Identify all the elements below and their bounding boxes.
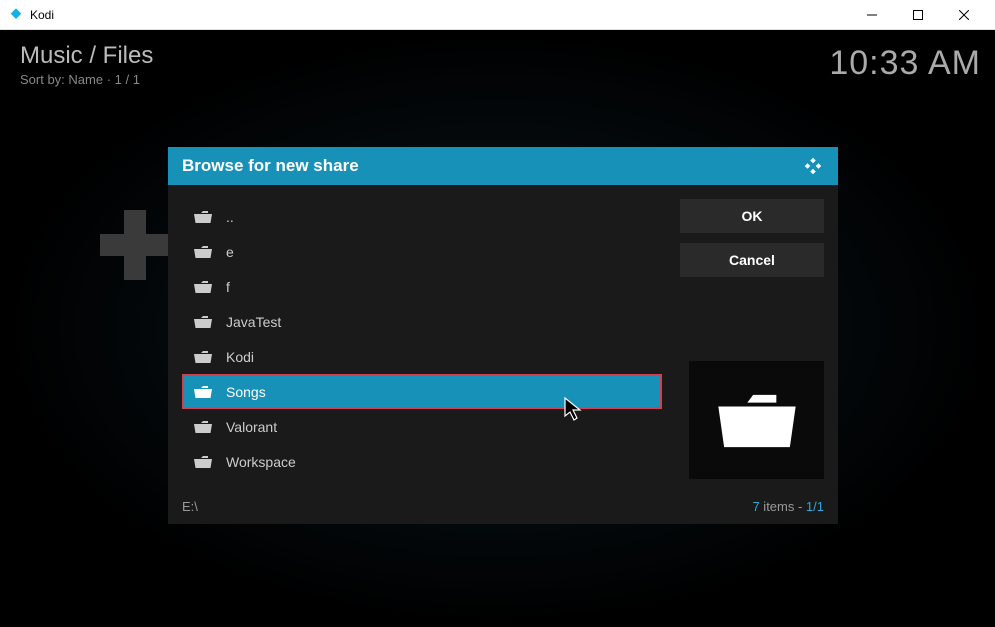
- file-item-label: Songs: [226, 384, 266, 400]
- folder-icon: [194, 455, 212, 469]
- dialog-header: Browse for new share: [168, 147, 838, 185]
- cancel-button[interactable]: Cancel: [680, 243, 824, 277]
- file-item-label: e: [226, 244, 234, 260]
- file-item-label: Valorant: [226, 419, 277, 435]
- browse-dialog: Browse for new share .. e f JavaTest: [168, 147, 838, 524]
- kodi-app-icon: [8, 7, 24, 23]
- subheader: Sort by: Name · 1 / 1: [20, 72, 153, 87]
- folder-icon: [194, 210, 212, 224]
- clock: 10:33 AM: [829, 44, 981, 83]
- folder-icon: [194, 385, 212, 399]
- close-button[interactable]: [941, 0, 987, 30]
- folder-icon: [194, 280, 212, 294]
- folder-icon: [194, 350, 212, 364]
- add-source-icon[interactable]: [100, 210, 170, 280]
- window-title: Kodi: [30, 8, 849, 22]
- breadcrumb: Music / Files: [20, 42, 153, 70]
- file-item[interactable]: Valorant: [182, 409, 662, 444]
- folder-icon: [194, 420, 212, 434]
- file-item[interactable]: e: [182, 234, 662, 269]
- preview-box: [689, 361, 824, 479]
- folder-preview-icon: [718, 391, 796, 449]
- app-content: Music / Files Sort by: Name · 1 / 1 10:3…: [0, 30, 995, 627]
- dialog-footer: E:\ 7 items - 1/1: [168, 493, 838, 524]
- ok-button[interactable]: OK: [680, 199, 824, 233]
- file-item[interactable]: ..: [182, 199, 662, 234]
- minimize-button[interactable]: [849, 0, 895, 30]
- file-list: .. e f JavaTest Kodi Songs Valor: [182, 199, 662, 479]
- file-item-label: JavaTest: [226, 314, 281, 330]
- file-item[interactable]: Songs: [182, 374, 662, 409]
- file-item-label: ..: [226, 209, 234, 225]
- page-indicator: 1 / 1: [115, 72, 140, 87]
- file-item[interactable]: Workspace: [182, 444, 662, 479]
- window-titlebar: Kodi: [0, 0, 995, 30]
- file-item[interactable]: JavaTest: [182, 304, 662, 339]
- file-item-label: Kodi: [226, 349, 254, 365]
- item-count: 7 items - 1/1: [752, 499, 824, 514]
- sort-label[interactable]: Sort by: Name: [20, 72, 103, 87]
- maximize-button[interactable]: [895, 0, 941, 30]
- file-item-label: Workspace: [226, 454, 296, 470]
- file-item-label: f: [226, 279, 230, 295]
- kodi-logo-icon: [802, 155, 824, 177]
- current-path: E:\: [182, 499, 752, 514]
- folder-icon: [194, 245, 212, 259]
- file-item[interactable]: f: [182, 269, 662, 304]
- folder-icon: [194, 315, 212, 329]
- file-item[interactable]: Kodi: [182, 339, 662, 374]
- dialog-title: Browse for new share: [182, 156, 802, 176]
